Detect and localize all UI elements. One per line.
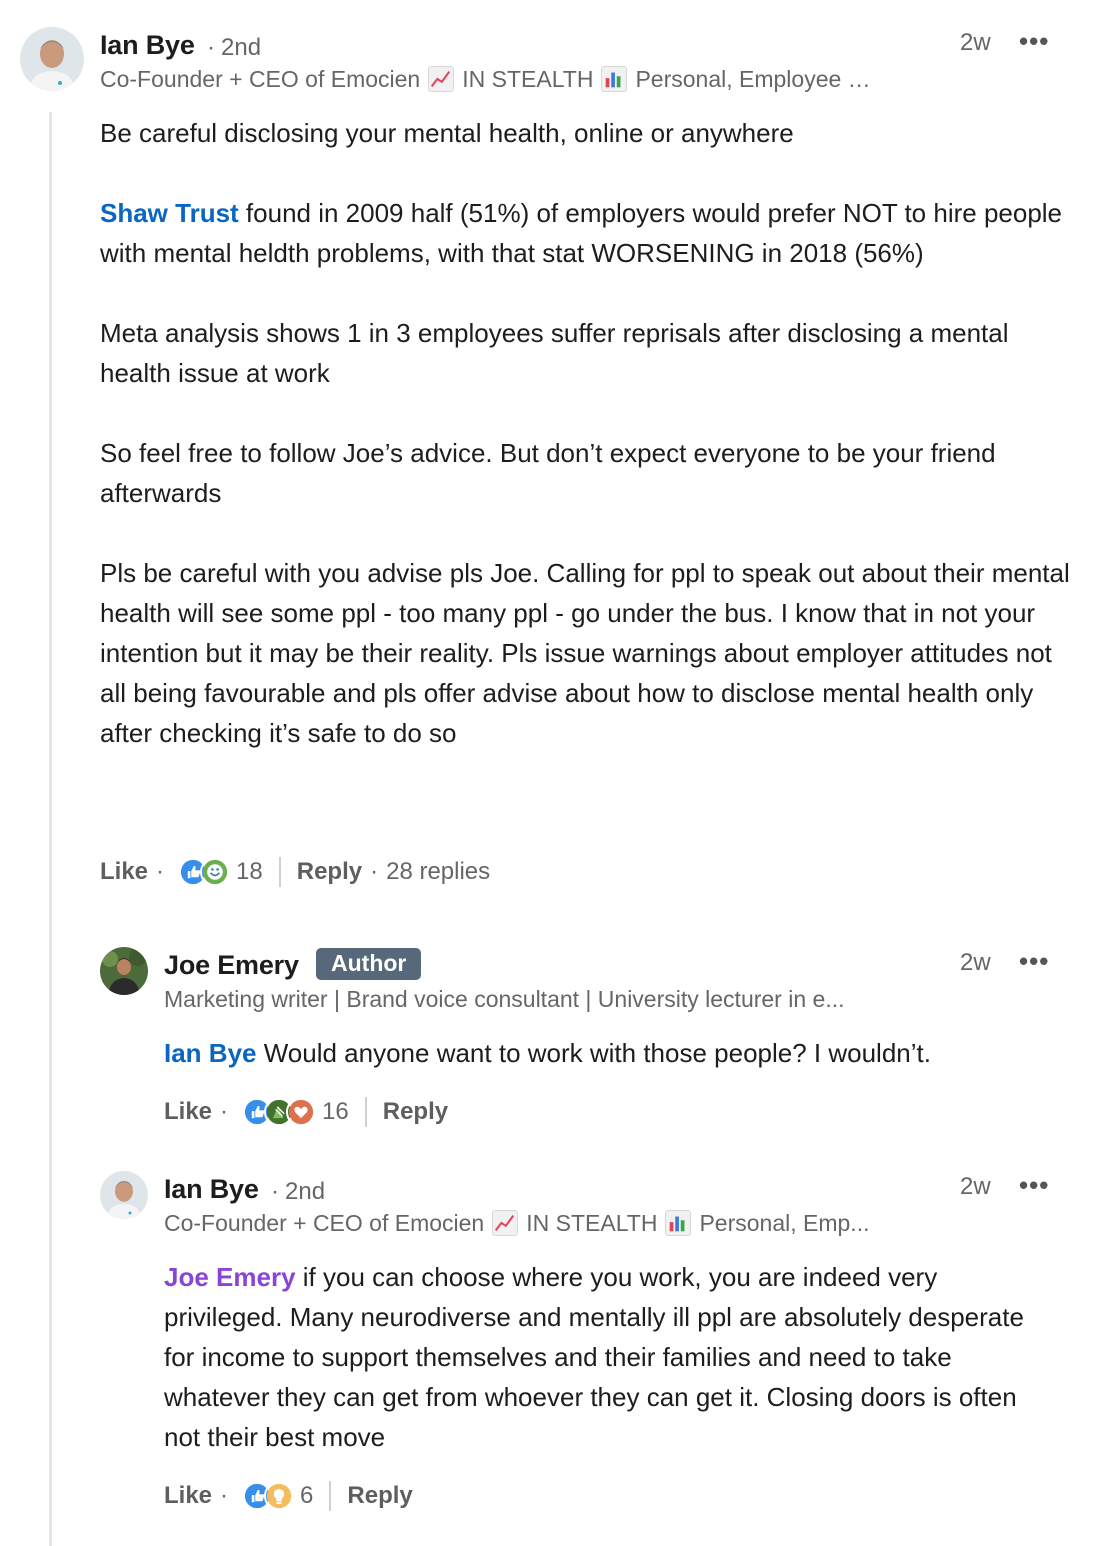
mention-link-joe-emery[interactable]: Joe Emery — [164, 1262, 296, 1292]
separator-dot: · — [156, 858, 165, 885]
avatar[interactable] — [100, 947, 148, 995]
support-reaction-icon — [200, 857, 231, 887]
separator-dot: · — [370, 858, 379, 885]
insightful-reaction-icon — [264, 1481, 295, 1511]
headline-part: Personal, Emp... — [699, 1209, 870, 1236]
comment-body: Joe Emery if you can choose where you wo… — [164, 1257, 1044, 1457]
author-headline: Marketing writer | Brand voice consultan… — [164, 984, 934, 1014]
comment-body: Ian Bye Would anyone want to work with t… — [164, 1033, 1064, 1073]
separator-dot: · — [220, 1482, 229, 1509]
connection-degree-label: 2nd — [285, 1178, 326, 1205]
reaction-count[interactable]: 6 — [300, 1482, 313, 1510]
mention-link-shaw-trust[interactable]: Shaw Trust — [100, 198, 239, 228]
bar-chart-emoji-icon — [665, 1210, 692, 1236]
divider — [364, 1097, 367, 1127]
mention-link-ian-bye[interactable]: Ian Bye — [164, 1038, 257, 1068]
bar-chart-emoji-icon — [601, 66, 628, 92]
connection-degree: · 2nd — [207, 34, 262, 61]
headline-text: Marketing writer | Brand voice consultan… — [164, 985, 845, 1012]
comment-paragraph: Shaw Trust found in 2009 half (51%) of e… — [100, 193, 1070, 273]
chart-increasing-emoji-icon — [428, 66, 455, 92]
timestamp: 2w — [960, 949, 991, 976]
comment-paragraph: So feel free to follow Joe’s advice. But… — [100, 438, 996, 508]
more-options-icon[interactable]: ••• — [1019, 1172, 1049, 1198]
connection-degree: · 2nd — [271, 1178, 326, 1205]
replies-count-link[interactable]: 28 replies — [386, 858, 490, 886]
paragraph-text: Would anyone want to work with those peo… — [256, 1038, 931, 1068]
chart-increasing-emoji-icon — [492, 1210, 519, 1236]
paragraph-text: found in 2009 half (51%) of employers wo… — [100, 198, 1063, 268]
divider — [278, 857, 281, 887]
reaction-count[interactable]: 18 — [236, 858, 263, 886]
headline-part: Personal, Employee … — [635, 65, 871, 92]
comment-actions: Like · 16 Reply — [164, 1096, 448, 1128]
avatar[interactable] — [20, 27, 84, 91]
author-headline: Co-Founder + CEO of Emocien IN STEALTH P… — [164, 1208, 934, 1238]
headline-part: IN STEALTH — [526, 1209, 658, 1236]
reactions-summary[interactable] — [178, 857, 231, 887]
reactions-summary[interactable] — [242, 1097, 317, 1127]
avatar-photo-icon — [100, 947, 148, 995]
like-button[interactable]: Like — [164, 1098, 212, 1126]
reaction-count[interactable]: 16 — [322, 1098, 349, 1126]
like-button[interactable]: Like — [100, 858, 148, 886]
comment-paragraph: Pls be careful with you advise pls Joe. … — [100, 558, 1070, 748]
author-name[interactable]: Ian Bye — [100, 30, 195, 61]
reply-button[interactable]: Reply — [383, 1098, 448, 1126]
comment-paragraph: Meta analysis shows 1 in 3 employees suf… — [100, 318, 1009, 388]
author-badge: Author — [316, 948, 422, 980]
reply-button[interactable]: Reply — [297, 858, 362, 886]
reply-button[interactable]: Reply — [347, 1482, 412, 1510]
comment-actions: Like · 18 Reply · 28 replies — [100, 856, 490, 888]
more-options-icon[interactable]: ••• — [1019, 28, 1049, 54]
timestamp: 2w — [960, 1173, 991, 1200]
headline-part: Co-Founder + CEO of Emocien — [164, 1209, 485, 1236]
avatar[interactable] — [100, 1171, 148, 1219]
author-name[interactable]: Ian Bye — [164, 1174, 259, 1205]
timestamp: 2w — [960, 29, 991, 56]
more-options-icon[interactable]: ••• — [1019, 948, 1049, 974]
divider — [329, 1481, 332, 1511]
reactions-summary[interactable] — [242, 1481, 295, 1511]
comment-actions: Like · 6 Reply — [164, 1480, 413, 1512]
thread-line — [49, 112, 52, 1546]
separator-dot: · — [220, 1098, 229, 1125]
comment-paragraph: Joe Emery if you can choose where you wo… — [164, 1257, 1044, 1457]
avatar-photo-icon — [100, 1171, 148, 1219]
love-reaction-icon — [286, 1097, 317, 1127]
headline-part: Co-Founder + CEO of Emocien — [100, 65, 421, 92]
avatar-photo-icon — [20, 27, 84, 91]
comment-paragraph: Be careful disclosing your mental health… — [100, 118, 794, 148]
author-name[interactable]: Joe Emery — [164, 950, 299, 981]
author-headline: Co-Founder + CEO of Emocien IN STEALTH P… — [100, 64, 930, 94]
like-button[interactable]: Like — [164, 1482, 212, 1510]
connection-degree-label: 2nd — [221, 34, 262, 61]
headline-part: IN STEALTH — [462, 65, 594, 92]
comment-paragraph: Ian Bye Would anyone want to work with t… — [164, 1033, 1064, 1073]
comment-body: Be careful disclosing your mental health… — [100, 113, 1070, 753]
